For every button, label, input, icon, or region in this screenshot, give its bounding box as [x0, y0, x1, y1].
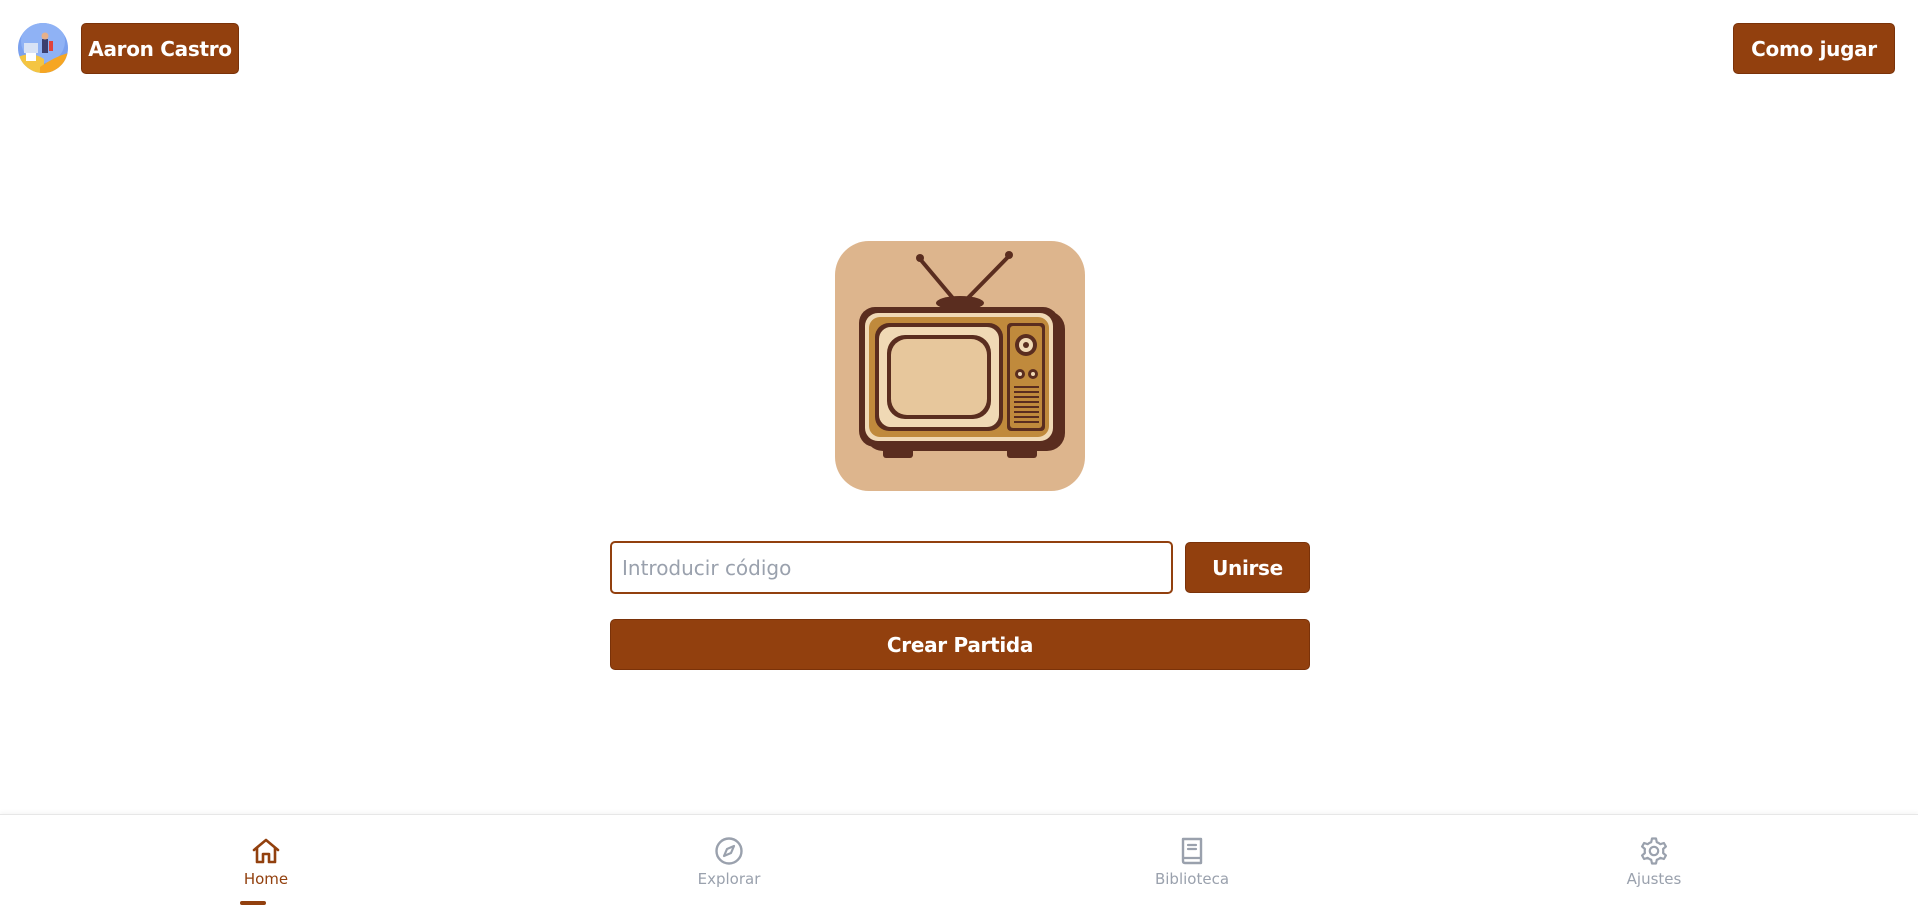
create-game-label: Crear Partida [886, 632, 1034, 657]
create-game-button[interactable]: Crear Partida [610, 619, 1310, 670]
code-input[interactable] [610, 541, 1173, 594]
app-logo [835, 241, 1085, 491]
avatar[interactable] [18, 23, 68, 73]
active-indicator [240, 901, 266, 905]
home-page: Aaron Castro Como jugar Introducir códig… [0, 0, 1918, 907]
compass-icon [715, 837, 743, 865]
bottom-nav: Home Explorar Biblioteca Ajustes [0, 814, 1918, 907]
nav-item-library[interactable]: Biblioteca [1112, 815, 1272, 907]
nav-item-home[interactable]: Home [186, 815, 346, 907]
tv-icon [835, 241, 1085, 491]
avatar-image [18, 23, 68, 73]
nav-label-explore: Explorar [697, 870, 761, 888]
user-name-label: Aaron Castro [88, 36, 232, 61]
gear-icon [1641, 837, 1667, 865]
join-button[interactable]: Unirse [1185, 542, 1310, 593]
nav-label-settings: Ajustes [1626, 870, 1682, 888]
nav-label-library: Biblioteca [1154, 870, 1230, 888]
how-to-play-label: Como jugar [1751, 36, 1877, 61]
how-to-play-button[interactable]: Como jugar [1733, 23, 1895, 74]
join-label: Unirse [1212, 555, 1283, 580]
nav-item-explore[interactable]: Explorar [649, 815, 809, 907]
book-icon [1181, 837, 1203, 865]
nav-item-settings[interactable]: Ajustes [1574, 815, 1734, 907]
home-icon [252, 838, 280, 864]
nav-label-home: Home [243, 870, 289, 888]
user-name-button[interactable]: Aaron Castro [81, 23, 239, 74]
